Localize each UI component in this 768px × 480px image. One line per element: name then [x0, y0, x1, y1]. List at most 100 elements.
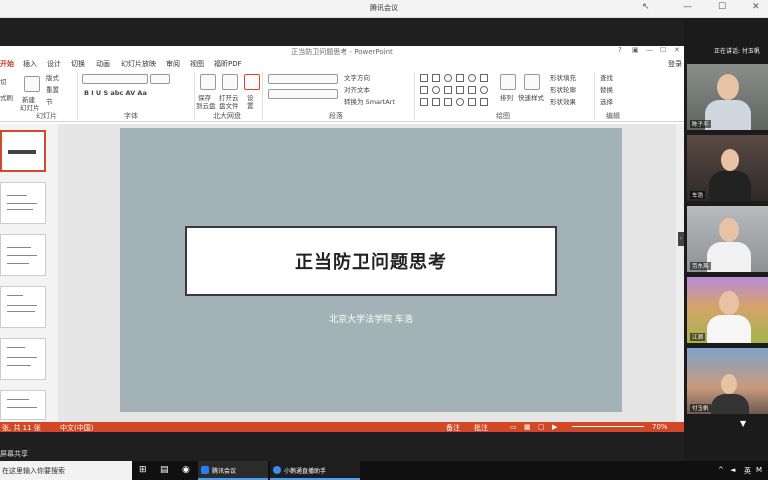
status-bar: 张, 共 11 张 中文(中国) 备注 批注 ▭ ▦ ▢ ▶ 70% [0, 422, 684, 432]
zoom-slider[interactable] [572, 426, 644, 427]
minimize-icon[interactable]: — [683, 2, 692, 12]
participant-video[interactable]: 劳东燕 [687, 206, 768, 272]
settings-label-2[interactable]: 置 [247, 100, 254, 110]
font-name-select[interactable] [82, 74, 148, 84]
zoom-level[interactable]: 70% [652, 423, 668, 431]
speaker-icon[interactable]: ◄ [730, 466, 735, 474]
tab-foxit-pdf[interactable]: 福昕PDF [214, 59, 242, 69]
notes-button[interactable]: 备注 [446, 423, 460, 432]
chevron-down-icon[interactable]: ▼ [740, 419, 746, 428]
group-label-drawing: 绘图 [496, 112, 510, 120]
open-cloud-label-2[interactable]: 盘文件 [219, 100, 239, 110]
file-explorer-icon[interactable]: ▤ [160, 465, 169, 475]
open-cloud-icon[interactable] [222, 74, 238, 90]
taskbar-app[interactable]: 腾讯会议 [198, 461, 268, 480]
tab-transitions[interactable]: 切换 [71, 59, 85, 69]
find-button[interactable]: 查找 [600, 72, 613, 82]
reading-view-icon[interactable]: ▢ [538, 423, 545, 431]
tab-insert[interactable]: 插入 [23, 59, 37, 69]
list-buttons[interactable] [268, 74, 338, 84]
sorter-view-icon[interactable]: ▦ [524, 423, 531, 431]
font-format-buttons[interactable]: B I U S abc AV Aa [84, 89, 147, 97]
tab-home[interactable]: 开始 [0, 59, 14, 69]
ppt-restore-icon[interactable]: ☐ [660, 46, 666, 54]
ribbon: 切 式刷 新建 幻灯片 版式 重置 节 幻灯片 B I U S abc AV A… [0, 70, 684, 122]
ime-indicator[interactable]: M [756, 466, 762, 474]
participant-video[interactable]: 陈子平 [687, 64, 768, 130]
align-text-button[interactable]: 对齐文本 [344, 84, 370, 94]
ribbon-divider [594, 72, 595, 120]
close-icon[interactable]: ✕ [752, 2, 760, 12]
current-slide[interactable]: 正当防卫问题思考 北京大学法学院 车浩 [120, 128, 622, 412]
shape-outline-button[interactable]: 形状轮廓 [550, 84, 576, 94]
shape-fill-button[interactable]: 形状填充 [550, 72, 576, 82]
text-direction-button[interactable]: 文字方向 [344, 72, 370, 82]
group-label-paragraph: 段落 [329, 112, 343, 120]
arrange-icon[interactable] [500, 74, 516, 90]
cut-button[interactable]: 切 [0, 76, 7, 86]
slideshow-view-icon[interactable]: ▶ [552, 423, 557, 431]
quick-styles-button[interactable]: 快速样式 [518, 92, 544, 102]
tab-animations[interactable]: 动画 [96, 59, 110, 69]
slide-subtitle: 北京大学法学院 车浩 [329, 315, 413, 325]
participant-video[interactable]: 付玉帆 [687, 348, 768, 414]
slide-thumbnail[interactable] [0, 338, 46, 380]
browser-icon[interactable]: ◉ [182, 465, 190, 475]
group-label-slides: 幻灯片 [36, 112, 57, 120]
new-slide-icon[interactable] [24, 76, 40, 92]
tab-review[interactable]: 审阅 [166, 59, 180, 69]
font-size-select[interactable] [150, 74, 170, 84]
participant-video[interactable]: 车浩 [687, 135, 768, 201]
slide-title: 正当防卫问题思考 [295, 252, 447, 273]
ppt-minimize-icon[interactable]: — [646, 46, 653, 54]
slide-editor: 正当防卫问题思考 北京大学法学院 车浩 [64, 124, 684, 422]
powerpoint-window: 正当防卫问题思考 - PowerPoint ? ▣ — ☐ ✕ 开始 插入 设计… [0, 46, 684, 432]
maximize-icon[interactable]: ☐ [718, 2, 726, 12]
meeting-titlebar: 腾讯会议 ↖ — ☐ ✕ [0, 0, 768, 18]
settings-icon[interactable] [244, 74, 260, 90]
slide-thumbnail[interactable] [0, 390, 46, 420]
save-cloud-icon[interactable] [200, 74, 216, 90]
collapse-handle-icon[interactable]: › [678, 232, 684, 246]
taskbar-app-label: 腾讯会议 [212, 468, 237, 475]
layout-button[interactable]: 版式 [46, 72, 59, 82]
ribbon-divider [262, 72, 263, 120]
tray-overflow-icon[interactable]: ^ [718, 466, 724, 474]
participant-video[interactable]: 江溯 [687, 277, 768, 343]
slide-thumbnail[interactable] [0, 182, 46, 224]
comments-button[interactable]: 批注 [474, 423, 488, 432]
slide-title-box[interactable]: 正当防卫问题思考 [185, 226, 557, 296]
replace-button[interactable]: 替换 [600, 84, 613, 94]
tab-design[interactable]: 设计 [47, 59, 61, 69]
tab-slideshow[interactable]: 幻灯片放映 [121, 59, 156, 69]
tab-view[interactable]: 视图 [190, 59, 204, 69]
reset-button[interactable]: 重置 [46, 84, 59, 94]
quick-styles-icon[interactable] [524, 74, 540, 90]
arrange-button[interactable]: 排列 [500, 92, 513, 102]
login-link[interactable]: 登录 [668, 59, 682, 69]
meeting-window-title: 腾讯会议 [370, 4, 398, 12]
ribbon-divider [414, 72, 415, 120]
slide-scrollbar[interactable] [676, 124, 684, 422]
save-cloud-label-2[interactable]: 到云盘 [196, 100, 216, 110]
slide-thumbnail[interactable] [0, 130, 46, 172]
convert-smartart-button[interactable]: 转换为 SmartArt [344, 96, 395, 106]
taskbar-search[interactable]: 在这里输入你要搜索 [0, 461, 132, 480]
section-button[interactable]: 节 [46, 96, 53, 106]
taskbar-app[interactable]: 小鹅通直播助手 [270, 461, 360, 480]
task-view-icon[interactable]: ⊞ [139, 465, 147, 475]
alignment-buttons[interactable] [268, 89, 338, 99]
ribbon-tabs: 开始 插入 设计 切换 动画 幻灯片放映 审阅 视图 福昕PDF 登录 [0, 58, 684, 70]
slide-thumbnail[interactable] [0, 286, 46, 328]
ribbon-display-icon[interactable]: ▣ [632, 46, 639, 54]
ppt-close-icon[interactable]: ✕ [674, 46, 680, 54]
help-icon[interactable]: ? [618, 46, 622, 54]
language-indicator[interactable]: 中文(中国) [60, 423, 93, 432]
search-placeholder: 在这里输入你要搜索 [2, 467, 65, 475]
select-button[interactable]: 选择 [600, 96, 613, 106]
input-language[interactable]: 英 [744, 466, 751, 476]
slide-thumbnail[interactable] [0, 234, 46, 276]
format-painter-button[interactable]: 式刷 [0, 92, 13, 102]
normal-view-icon[interactable]: ▭ [510, 423, 517, 431]
shape-effect-button[interactable]: 形状效果 [550, 96, 576, 106]
